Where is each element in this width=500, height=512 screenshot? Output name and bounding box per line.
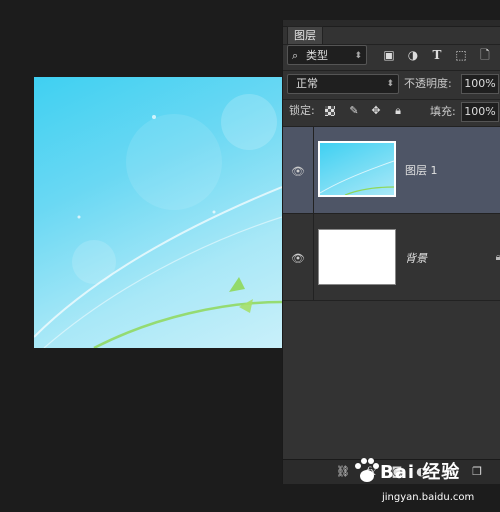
watermark-logo: Bai 经验 — [380, 462, 461, 483]
blend-mode-value: 正常 — [296, 77, 318, 90]
chevron-updown-icon: ⬍ — [354, 51, 362, 61]
watermark-url: jingyan.baidu.com — [382, 492, 475, 503]
fill-label: 填充: — [430, 105, 456, 118]
fill-input[interactable]: 100% — [461, 102, 499, 122]
canvas-artwork — [34, 94, 282, 348]
layer-thumbnail — [318, 229, 396, 285]
lock-icon[interactable]: 🔒︎ — [496, 252, 500, 263]
thumbnail-artwork — [319, 160, 395, 196]
tab-layers[interactable]: 图层 — [287, 26, 323, 45]
divider — [283, 300, 500, 301]
divider — [283, 99, 500, 100]
lock-all-icon[interactable]: 🔒︎ — [391, 104, 405, 118]
divider — [283, 70, 500, 71]
layer-thumbnail — [318, 141, 396, 197]
document-canvas[interactable] — [34, 77, 282, 348]
lock-image-pixels-icon[interactable]: ✎ — [347, 104, 361, 118]
lock-label: 锁定: — [289, 104, 315, 117]
opacity-input[interactable]: 100% — [461, 74, 499, 94]
chevron-updown-icon: ⬍ — [386, 79, 394, 89]
layer-name[interactable]: 背景 — [405, 252, 427, 266]
opacity-label: 不透明度: — [404, 77, 452, 90]
layers-panel: 图层 ⌕ 类型 ⬍ ▣ ◑ T ⬚ 🗋 正常 ⬍ 不透明度: 100% 锁定: … — [282, 20, 500, 484]
filter-kind-label: 类型 — [306, 49, 328, 62]
lock-position-icon[interactable]: ✥ — [369, 104, 383, 118]
blend-mode-select[interactable]: 正常 ⬍ — [287, 74, 399, 94]
paw-logo-icon — [355, 458, 379, 482]
eye-icon[interactable]: 👁︎ — [291, 252, 305, 266]
layer-row[interactable]: 👁︎ 背景 🔒︎ — [283, 214, 500, 300]
link-layers-icon[interactable]: ⛓︎ — [335, 464, 351, 480]
image-filter-icon[interactable]: ▣ — [381, 47, 397, 63]
lock-transparent-pixels-icon[interactable] — [325, 106, 335, 116]
adjustment-filter-icon[interactable]: ◑ — [405, 47, 421, 63]
shape-filter-icon[interactable]: ⬚ — [453, 47, 469, 63]
type-filter-icon[interactable]: T — [429, 47, 445, 63]
layer-row[interactable]: 👁︎ 图层 1 — [283, 127, 500, 213]
divider — [313, 214, 314, 300]
watermark: Bai 经验 jingyan.baidu.com — [352, 456, 492, 512]
divider — [313, 127, 314, 213]
search-icon: ⌕ — [292, 49, 299, 62]
smart-object-filter-icon[interactable]: 🗋 — [477, 47, 493, 63]
layer-filter-select[interactable]: ⌕ 类型 ⬍ — [287, 45, 367, 65]
layer-name[interactable]: 图层 1 — [405, 164, 438, 178]
eye-icon[interactable]: 👁︎ — [291, 165, 305, 179]
